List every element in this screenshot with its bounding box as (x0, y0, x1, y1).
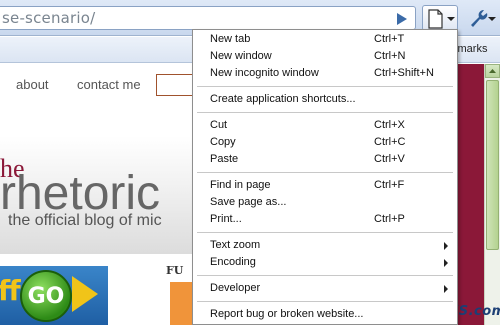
menu-item-label: Text zoom (210, 239, 261, 251)
submenu-arrow-icon (444, 259, 448, 267)
page-menu-button[interactable] (422, 5, 458, 31)
go-badge: GO (20, 270, 72, 322)
menu-item-label: Paste (210, 153, 239, 165)
menu-item-print[interactable]: Print... Ctrl+P (193, 211, 457, 228)
menu-item-label: Copy (210, 136, 236, 148)
menu-separator (197, 172, 453, 173)
menu-item-label: Developer (210, 282, 261, 294)
menu-item-find-in-page[interactable]: Find in page Ctrl+F (193, 177, 457, 194)
chevron-up-icon (489, 69, 496, 73)
menu-item-new-tab[interactable]: New tab Ctrl+T (193, 31, 457, 48)
menu-item-developer[interactable]: Developer (193, 280, 457, 297)
play-arrow-icon (397, 13, 407, 25)
menu-item-shortcut: Ctrl+Shift+N (374, 67, 434, 79)
menu-item-report-bug-or-broken-website[interactable]: Report bug or broken website... (193, 306, 457, 323)
menu-separator (197, 112, 453, 113)
menu-item-shortcut: Ctrl+F (374, 179, 405, 191)
submenu-arrow-icon (444, 242, 448, 250)
arrow-icon (72, 276, 98, 312)
wrench-menu-button[interactable] (466, 5, 496, 31)
ad-letter: ff (0, 274, 21, 307)
nav-contact-link[interactable]: contact me (77, 77, 141, 92)
submenu-arrow-icon (444, 285, 448, 293)
menu-item-label: Find in page (210, 179, 271, 191)
scroll-up-button[interactable] (485, 64, 500, 78)
menu-separator (197, 86, 453, 87)
menu-item-create-application-shortcuts[interactable]: Create application shortcuts... (193, 91, 457, 108)
menu-separator (197, 275, 453, 276)
address-bar-url[interactable]: se-scenario/ (2, 9, 95, 27)
menu-item-label: Cut (210, 119, 228, 131)
menu-item-shortcut: Ctrl+X (374, 119, 405, 131)
search-box[interactable] (156, 74, 196, 96)
menu-item-shortcut: Ctrl+T (374, 33, 405, 45)
menu-item-save-page-as[interactable]: Save page as... (193, 194, 457, 211)
menu-item-label: New incognito window (210, 67, 319, 79)
wrench-icon (471, 9, 496, 27)
blog-tagline: the official blog of mic (8, 212, 162, 229)
menu-item-encoding[interactable]: Encoding (193, 254, 457, 271)
nav-about-link[interactable]: about (16, 77, 49, 92)
menu-item-label: New tab (210, 33, 251, 45)
scroll-thumb[interactable] (486, 80, 499, 250)
vertical-scrollbar[interactable] (484, 64, 500, 325)
menu-item-paste[interactable]: Paste Ctrl+V (193, 151, 457, 168)
ad-small-text: FU (166, 264, 184, 277)
menu-item-new-incognito-window[interactable]: New incognito window Ctrl+Shift+N (193, 65, 457, 82)
menu-separator (197, 301, 453, 302)
menu-separator (197, 232, 453, 233)
menu-item-label: Create application shortcuts... (210, 93, 356, 105)
menu-item-shortcut: Ctrl+P (374, 213, 405, 225)
go-button[interactable] (392, 9, 412, 29)
address-bar[interactable]: se-scenario/ (0, 6, 416, 30)
page-menu-dropdown: New tab Ctrl+T New window Ctrl+N New incogni… (192, 29, 458, 325)
menu-item-label: Report bug or broken website... (210, 308, 364, 320)
go-badge-label: GO (27, 283, 65, 309)
menu-item-label: Encoding (210, 256, 256, 268)
menu-item-label: New window (210, 50, 272, 62)
menu-item-text-zoom[interactable]: Text zoom (193, 237, 457, 254)
menu-item-shortcut: Ctrl+N (374, 50, 406, 62)
menu-item-label: Save page as... (210, 196, 287, 208)
menu-item-copy[interactable]: Copy Ctrl+C (193, 134, 457, 151)
menu-item-new-window[interactable]: New window Ctrl+N (193, 48, 457, 65)
menu-item-cut[interactable]: Cut Ctrl+X (193, 117, 457, 134)
menu-item-shortcut: Ctrl+C (374, 136, 406, 148)
ad-banner-go[interactable]: ff GO (0, 266, 108, 325)
menu-item-label: Print... (210, 213, 242, 225)
menu-item-shortcut: Ctrl+V (374, 153, 405, 165)
